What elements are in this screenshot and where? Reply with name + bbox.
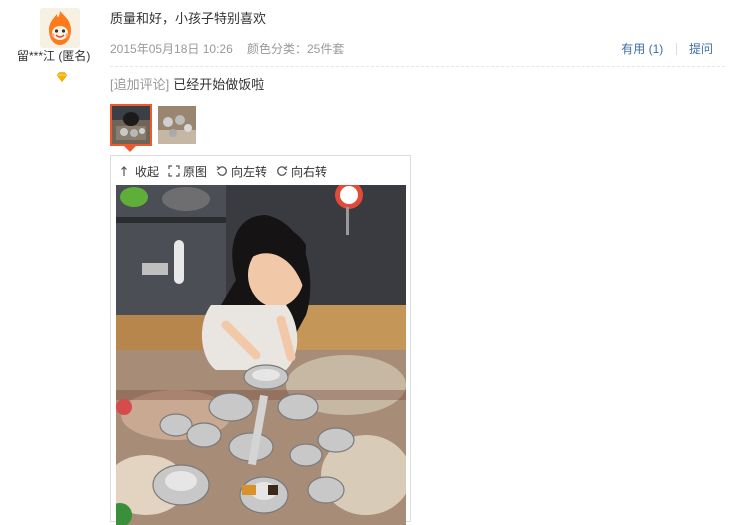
avatar[interactable] [40, 8, 80, 48]
review-date: 2015年05月18日 10:26 [110, 42, 233, 56]
rotate-left-icon [216, 166, 227, 176]
expand-icon [168, 165, 180, 177]
review-item: 质量和好，小孩子特别喜欢 2015年05月18日 10:26 颜色分类：25件套… [110, 0, 725, 525]
collapse-label: 收起 [135, 165, 160, 179]
review-content: 质量和好，小孩子特别喜欢 [110, 11, 267, 26]
cartoon-flame-avatar-icon [40, 8, 80, 48]
review-sku: 颜色分类：25件套 [247, 42, 345, 56]
append-content: 已经开始做饭啦 [173, 77, 265, 92]
action-divider [675, 43, 677, 55]
useful-count: (1) [648, 42, 664, 56]
rotate-left-button[interactable]: 向左转 [216, 162, 267, 182]
append-tag: [追加评论] [110, 77, 170, 92]
gold-diamond-icon [56, 69, 68, 82]
rotate-left-label: 向左转 [231, 165, 268, 179]
original-image-label: 原图 [183, 165, 208, 179]
useful-label: 有用 [621, 42, 646, 56]
thumbnail-active-indicator [124, 146, 136, 152]
review-photo [116, 185, 406, 525]
reviewer-name: 留***江 (匿名) [17, 49, 91, 63]
reply-button[interactable]: 提问 [689, 42, 713, 56]
rotate-right-icon [277, 166, 288, 176]
reviewer-column: 留***江 (匿名) [0, 0, 110, 514]
original-image-button[interactable]: 原图 [168, 162, 207, 182]
divider [110, 66, 725, 67]
review-actions: 有用 (1) 提问 [621, 40, 713, 58]
append-review: [追加评论] 已经开始做饭啦 [110, 76, 264, 94]
collapse-arrow-icon [121, 166, 127, 176]
photo-thumbnail-1[interactable] [110, 104, 152, 146]
useful-button[interactable]: 有用 (1) [621, 42, 663, 56]
collapse-button[interactable]: 收起 [120, 162, 159, 182]
photo-viewer: 收起 原图 向左转 向右转 [110, 155, 411, 525]
review-meta: 2015年05月18日 10:26 颜色分类：25件套 有用 (1) 提问 [110, 40, 725, 58]
photo-thumbnail-2[interactable] [156, 104, 198, 146]
rotate-right-button[interactable]: 向右转 [276, 162, 327, 182]
rotate-right-label: 向右转 [291, 165, 328, 179]
